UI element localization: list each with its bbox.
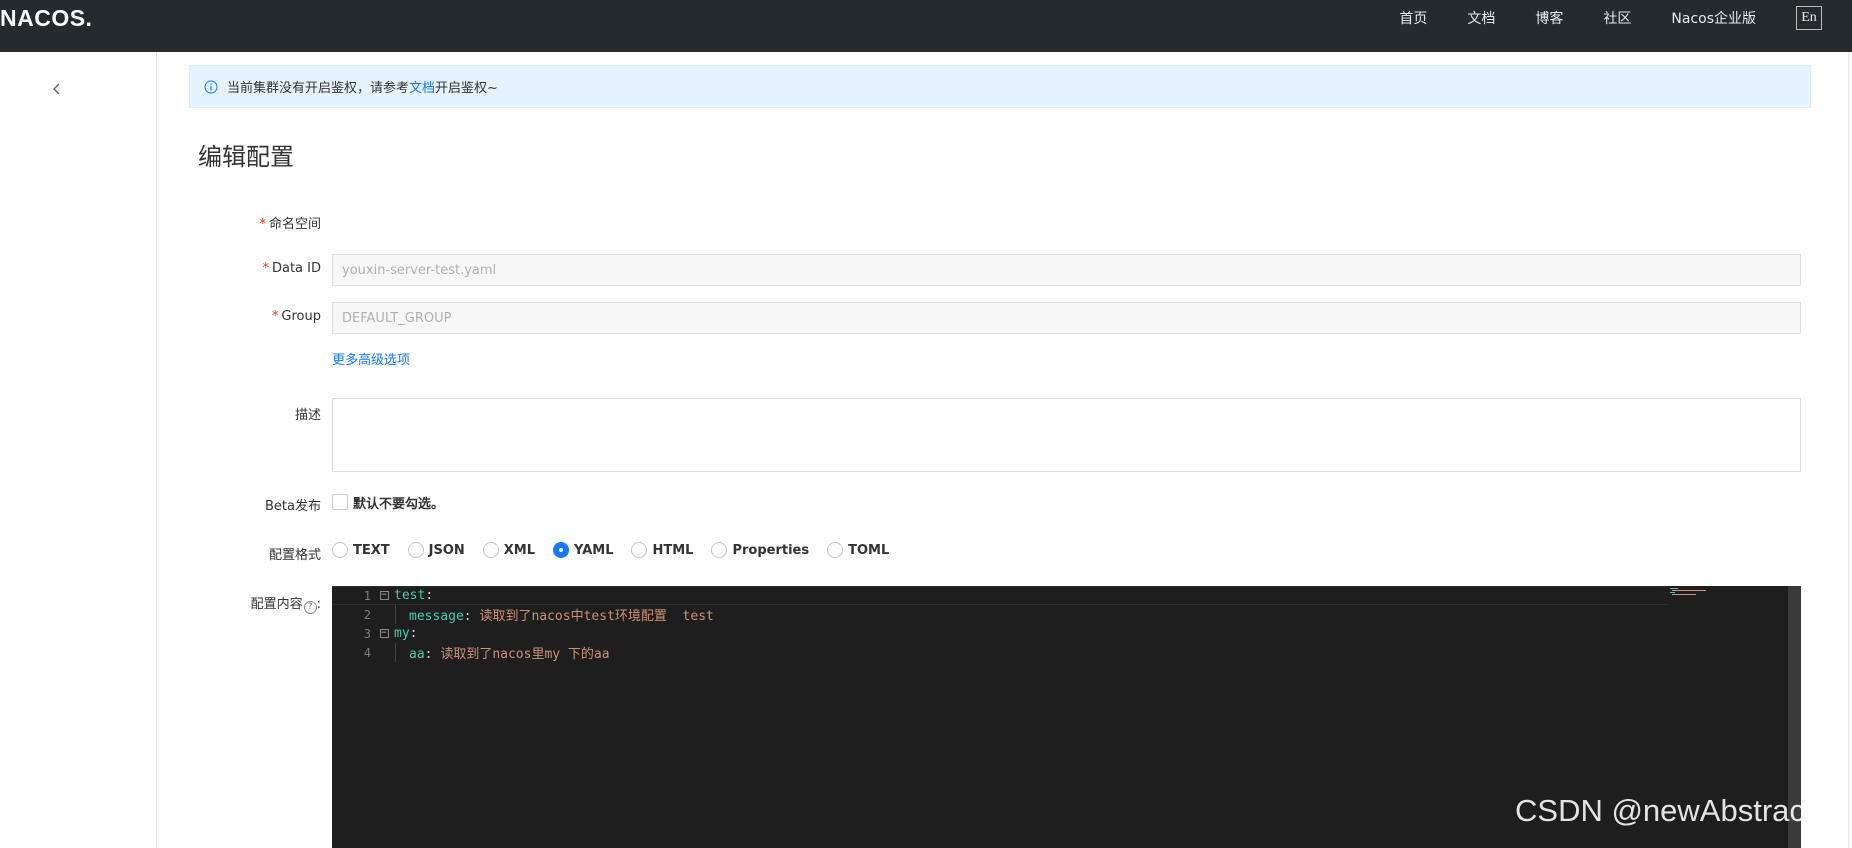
- format-option-toml[interactable]: TOML: [827, 542, 889, 558]
- yaml-separator: :: [409, 626, 418, 641]
- indent-guide: [395, 605, 396, 624]
- code-text: message: 读取到了nacos中test环境配置 test: [409, 605, 714, 624]
- format-option-label: HTML: [652, 542, 694, 558]
- namespace-label: * 命名空间: [259, 213, 321, 232]
- yaml-separator: :: [424, 647, 441, 662]
- page-divider: [1848, 52, 1849, 848]
- line-number: 2: [363, 607, 371, 622]
- radio-button[interactable]: [827, 542, 844, 558]
- notice-text-suffix: 开启鉴权~: [435, 81, 498, 96]
- yaml-separator: :: [425, 588, 434, 603]
- format-option-label: Properties: [732, 542, 810, 558]
- format-option-xml[interactable]: XML: [482, 542, 536, 558]
- code-text: aa: 读取到了nacos里my 下的aa: [409, 643, 610, 662]
- beta-label: Beta发布: [265, 499, 321, 514]
- group-label-text: Group: [281, 309, 321, 324]
- format-option-html[interactable]: HTML: [631, 542, 693, 558]
- code-line: 2 message: 读取到了nacos中test环境配置 test: [332, 605, 1668, 625]
- nav-item-docs[interactable]: 文档: [1467, 8, 1495, 28]
- code-line: 3 − my:: [332, 624, 1668, 643]
- nav-item-community[interactable]: 社区: [1603, 8, 1631, 28]
- nav-item-enterprise[interactable]: Nacos企业版: [1671, 8, 1756, 28]
- namespace-label-text: 命名空间: [268, 217, 321, 232]
- yaml-key: aa: [409, 647, 425, 662]
- beta-checkbox[interactable]: [332, 494, 348, 510]
- code-text: test:: [394, 588, 433, 603]
- beta-checkbox-label: 默认不要勾选。: [353, 497, 445, 512]
- dataid-label-text: Data ID: [271, 261, 321, 276]
- question-circle-icon[interactable]: ?: [303, 601, 317, 614]
- line-number: 4: [363, 645, 371, 660]
- required-mark: *: [259, 217, 266, 232]
- minimap-line: [1670, 592, 1675, 593]
- minimap-line: [1670, 588, 1678, 589]
- format-radio-group: TEXT JSON XML YAML HTML Properties TOML: [332, 542, 907, 558]
- content-label-text: 配置内容: [250, 597, 303, 612]
- minimap-line: [1672, 590, 1706, 591]
- format-option-label: JSON: [428, 542, 465, 558]
- content-label: 配置内容?:: [250, 597, 321, 614]
- yaml-key: message: [409, 609, 464, 624]
- notice-docs-link[interactable]: 文档: [409, 77, 435, 96]
- dataid-label: * Data ID: [262, 261, 321, 276]
- notice-text-prefix: 当前集群没有开启鉴权，请参考: [227, 81, 410, 96]
- indent-guide: [395, 643, 396, 662]
- format-option-label: TEXT: [353, 542, 390, 558]
- yaml-value: 读取到了nacos里my 下的aa: [440, 647, 610, 662]
- dataid-input[interactable]: youxin-server-test.yaml: [332, 254, 1801, 286]
- required-mark: *: [262, 261, 269, 276]
- group-input[interactable]: DEFAULT_GROUP: [332, 302, 1801, 334]
- radio-button[interactable]: [332, 542, 348, 558]
- required-mark: *: [271, 309, 279, 324]
- code-line: 1 − test:: [332, 586, 1668, 605]
- radio-button[interactable]: [711, 542, 728, 558]
- yaml-key: test: [394, 588, 426, 603]
- format-option-label: YAML: [574, 542, 614, 558]
- yaml-key: my: [394, 626, 410, 641]
- radio-button[interactable]: [482, 542, 499, 558]
- top-nav-bar: NACOS. 首页 文档 博客 社区 Nacos企业版 En: [0, 0, 1852, 52]
- advanced-options-link[interactable]: 更多高级选项: [332, 349, 410, 368]
- language-switch-button[interactable]: En: [1796, 6, 1822, 30]
- auth-notice-banner: 当前集群没有开启鉴权，请参考 文档 开启鉴权~: [189, 65, 1811, 108]
- minus-icon: −: [379, 590, 389, 600]
- nav-item-blog[interactable]: 博客: [1535, 8, 1563, 28]
- group-value: DEFAULT_GROUP: [342, 310, 452, 326]
- code-line: 4 aa: 读取到了nacos里my 下的aa: [332, 643, 1668, 663]
- format-label: 配置格式: [268, 548, 321, 563]
- format-option-label: XML: [503, 542, 536, 558]
- top-nav-menu: 首页 文档 博客 社区 Nacos企业版 En: [1359, 0, 1852, 36]
- sidebar: [0, 52, 157, 848]
- code-text: my:: [394, 626, 417, 641]
- group-label: * Group: [272, 309, 321, 324]
- format-option-yaml[interactable]: YAML: [553, 542, 613, 558]
- format-option-json[interactable]: JSON: [407, 542, 465, 558]
- yaml-value: 读取到了nacos中test环境配置 test: [479, 609, 714, 624]
- format-option-label: TOML: [848, 542, 890, 558]
- csdn-watermark: CSDN @newAbstract: [1515, 793, 1814, 828]
- format-option-properties[interactable]: Properties: [711, 542, 809, 558]
- radio-button[interactable]: [407, 542, 424, 558]
- description-label: 描述: [294, 408, 321, 423]
- description-textarea[interactable]: [332, 398, 1801, 472]
- minus-icon: −: [379, 628, 389, 638]
- nacos-logo[interactable]: NACOS.: [0, 4, 92, 32]
- minimap-line: [1672, 594, 1696, 595]
- line-number: 3: [363, 626, 371, 641]
- nav-item-home[interactable]: 首页: [1399, 8, 1427, 28]
- logo-text: NACOS.: [0, 4, 93, 31]
- dataid-value: youxin-server-test.yaml: [342, 262, 497, 278]
- yaml-separator: :: [463, 609, 480, 624]
- format-option-text[interactable]: TEXT: [332, 542, 390, 558]
- page-title: 编辑配置: [198, 143, 294, 171]
- fold-toggle[interactable]: −: [378, 629, 390, 639]
- radio-button[interactable]: [631, 542, 648, 558]
- line-number: 1: [363, 588, 371, 603]
- info-icon: [204, 80, 218, 93]
- radio-button-checked[interactable]: [553, 542, 570, 558]
- fold-toggle[interactable]: −: [378, 591, 390, 601]
- chevron-left-icon[interactable]: [49, 81, 65, 97]
